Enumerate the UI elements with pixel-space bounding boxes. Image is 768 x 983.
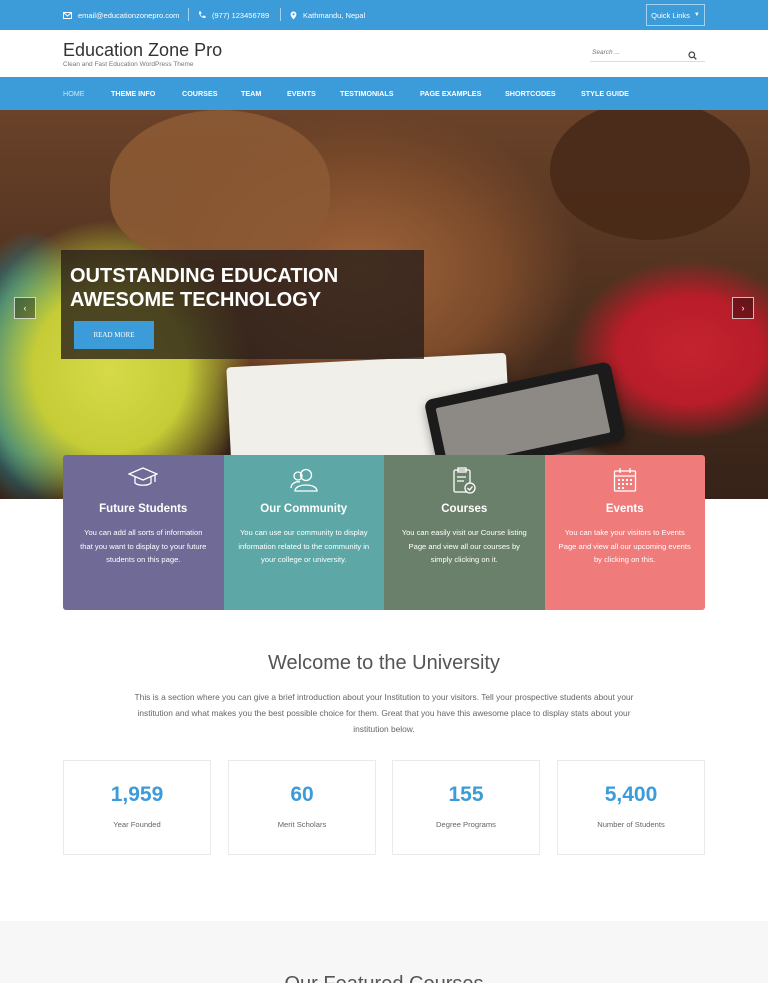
hero-title: OUTSTANDING EDUCATION AWESOME TECHNOLOGY	[70, 265, 339, 311]
main-nav: HOME THEME INFO COURSES TEAM EVENTS TEST…	[0, 77, 768, 110]
read-more-button[interactable]: READ MORE	[74, 321, 154, 349]
nav-item-page-examples[interactable]: PAGE EXAMPLES	[420, 77, 481, 110]
chevron-right-icon: ›	[741, 303, 745, 313]
top-bar: email@educationzonepro.com (977) 1234567…	[0, 0, 768, 30]
hero-image-detail	[110, 110, 330, 260]
envelope-icon	[63, 11, 72, 19]
divider	[188, 8, 189, 21]
site-title[interactable]: Education Zone Pro	[63, 40, 222, 61]
calendar-icon	[545, 467, 706, 495]
address-text: Kathmandu, Nepal	[303, 10, 366, 20]
phone-text: (977) 123456789	[212, 10, 270, 20]
search-icon[interactable]	[688, 47, 697, 65]
hero-image-detail	[550, 110, 750, 240]
stat-value: 1,959	[110, 783, 164, 806]
welcome-text: This is a section where you can give a b…	[134, 692, 634, 734]
section-title: Our Featured Courses	[0, 973, 768, 983]
phone-link[interactable]: (977) 123456789	[198, 0, 269, 30]
stat-value: 60	[290, 783, 314, 806]
nav-item-shortcodes[interactable]: SHORTCODES	[505, 77, 556, 110]
email-text: email@educationzonepro.com	[78, 10, 180, 20]
stat-label: Degree Programs	[436, 820, 496, 829]
feature-text: You can use our community to display inf…	[238, 528, 370, 564]
stat-label: Number of Students	[597, 820, 665, 829]
stat-card: 5,400 Number of Students	[557, 760, 705, 855]
site-header: Education Zone Pro Clean and Fast Educat…	[0, 30, 768, 77]
nav-item-style-guide[interactable]: STYLE GUIDE	[581, 77, 629, 110]
slider-prev-button[interactable]: ‹	[14, 297, 36, 319]
address-item: Kathmandu, Nepal	[290, 0, 365, 30]
nav-item-testimonials[interactable]: TESTIMONIALS	[340, 77, 394, 110]
divider	[280, 8, 281, 21]
hero-slider: OUTSTANDING EDUCATION AWESOME TECHNOLOGY…	[0, 110, 768, 499]
community-icon	[224, 467, 385, 495]
nav-item-events[interactable]: EVENTS	[287, 77, 316, 110]
stat-card: 1,959 Year Founded	[63, 760, 211, 855]
hero-caption: OUTSTANDING EDUCATION AWESOME TECHNOLOGY…	[61, 250, 424, 359]
nav-item-theme-info[interactable]: THEME INFO	[111, 77, 155, 110]
welcome-title: Welcome to the University	[268, 652, 500, 674]
quick-links-label: Quick Links	[651, 10, 690, 20]
nav-item-courses[interactable]: COURSES	[182, 77, 218, 110]
feature-text: You can take your visitors to Events Pag…	[558, 528, 691, 564]
quick-links-dropdown[interactable]: Quick Links ▼	[646, 4, 705, 26]
stat-card: 60 Merit Scholars	[228, 760, 376, 855]
feature-title: Courses	[441, 503, 488, 515]
stat-value: 155	[448, 783, 484, 806]
feature-title: Future Students	[99, 503, 188, 515]
map-pin-icon	[290, 11, 297, 19]
search-input[interactable]	[592, 46, 682, 58]
stat-label: Merit Scholars	[277, 820, 327, 829]
phone-icon	[198, 11, 206, 19]
stat-label: Year Founded	[113, 820, 161, 829]
caret-down-icon: ▼	[693, 12, 700, 18]
feature-future-students[interactable]: Future Students You can add all sorts of…	[63, 455, 224, 610]
feature-events[interactable]: Events You can take your visitors to Eve…	[544, 455, 706, 610]
feature-title: Events	[605, 503, 644, 515]
stat-card: 155 Degree Programs	[392, 760, 540, 855]
feature-text: You can add all sorts of information tha…	[80, 528, 207, 564]
stat-value: 5,400	[604, 783, 658, 806]
feature-our-community[interactable]: Our Community You can use our community …	[223, 455, 385, 610]
clipboard-check-icon	[384, 467, 545, 495]
nav-item-team[interactable]: TEAM	[241, 77, 261, 110]
feature-courses[interactable]: Courses You can easily visit our Course …	[384, 455, 545, 610]
graduation-cap-icon	[63, 467, 224, 495]
site-tagline: Clean and Fast Education WordPress Theme	[63, 61, 194, 68]
feature-boxes: Future Students You can add all sorts of…	[63, 455, 705, 610]
slider-next-button[interactable]: ›	[732, 297, 754, 319]
nav-item-home[interactable]: HOME	[63, 77, 85, 110]
email-link[interactable]: email@educationzonepro.com	[63, 0, 179, 30]
chevron-left-icon: ‹	[23, 303, 27, 313]
feature-title: Our Community	[260, 503, 348, 515]
feature-text: You can easily visit our Course listing …	[401, 528, 527, 564]
search-form	[590, 44, 705, 62]
